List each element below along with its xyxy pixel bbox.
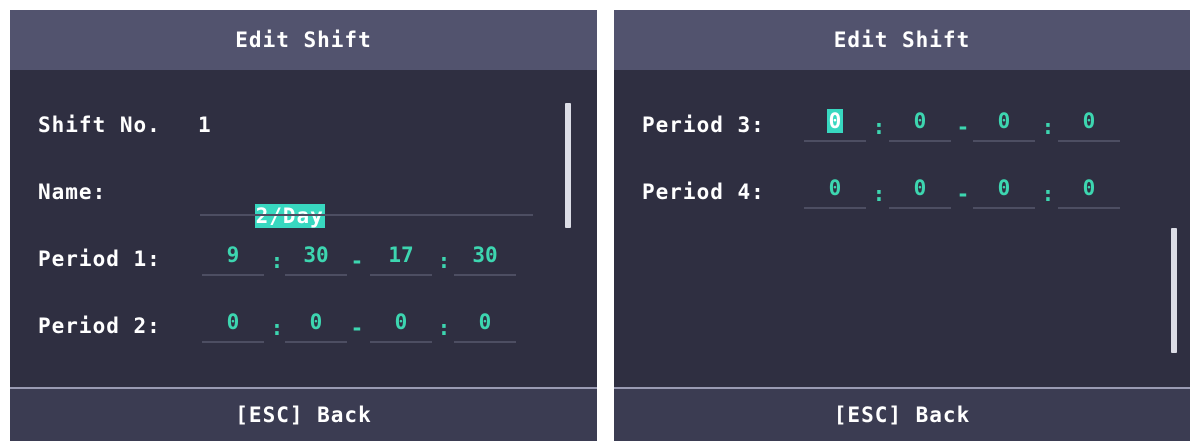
period-1-start-minute[interactable]: 30: [285, 240, 347, 276]
dash: -: [350, 249, 364, 273]
period-2-end-hour[interactable]: 0: [370, 307, 432, 343]
shift-no-value: 1: [198, 113, 212, 137]
period-1-label: Period 1:: [38, 247, 161, 271]
dash: -: [956, 115, 970, 139]
period-3-label: Period 3:: [642, 113, 765, 137]
colon: :: [1041, 115, 1055, 139]
screen-title: Edit Shift: [614, 10, 1190, 70]
period-4-label: Period 4:: [642, 180, 765, 204]
scrollbar[interactable]: [565, 103, 571, 228]
colon: :: [872, 182, 886, 206]
edit-shift-screen-1: Edit Shift Shift No. 1 Name: 2/Day Perio…: [10, 10, 597, 441]
shift-no-label: Shift No.: [38, 113, 161, 137]
period-3-start-hour-value: 0: [826, 109, 844, 133]
period-3-end-hour[interactable]: 0: [973, 106, 1035, 142]
esc-back-button[interactable]: [ESC] Back: [614, 387, 1190, 441]
period-1-end-hour[interactable]: 17: [370, 240, 432, 276]
dash: -: [956, 182, 970, 206]
edit-shift-screen-2: Edit Shift Period 3: 0 : 0 - 0 : 0 Perio…: [614, 10, 1190, 441]
screen-title: Edit Shift: [10, 10, 597, 70]
colon: :: [437, 316, 451, 340]
colon: :: [270, 316, 284, 340]
name-value: 2/Day: [254, 204, 325, 228]
name-label: Name:: [38, 180, 107, 204]
period-4-start-hour[interactable]: 0: [804, 173, 866, 209]
period-2-end-minute[interactable]: 0: [454, 307, 516, 343]
period-1-start-hour[interactable]: 9: [202, 240, 264, 276]
period-4-start-minute[interactable]: 0: [889, 173, 951, 209]
colon: :: [1041, 182, 1055, 206]
name-underline: [200, 214, 533, 216]
period-3-end-minute[interactable]: 0: [1058, 106, 1120, 142]
dash: -: [350, 316, 364, 340]
colon: :: [872, 115, 886, 139]
period-3-start-minute[interactable]: 0: [889, 106, 951, 142]
period-1-end-minute[interactable]: 30: [454, 240, 516, 276]
period-2-label: Period 2:: [38, 314, 161, 338]
period-2-start-hour[interactable]: 0: [202, 307, 264, 343]
period-4-end-minute[interactable]: 0: [1058, 173, 1120, 209]
esc-back-button[interactable]: [ESC] Back: [10, 387, 597, 441]
colon: :: [270, 249, 284, 273]
colon: :: [437, 249, 451, 273]
scrollbar[interactable]: [1171, 228, 1177, 353]
period-4-end-hour[interactable]: 0: [973, 173, 1035, 209]
period-3-start-hour[interactable]: 0: [804, 106, 866, 142]
period-2-start-minute[interactable]: 0: [285, 307, 347, 343]
